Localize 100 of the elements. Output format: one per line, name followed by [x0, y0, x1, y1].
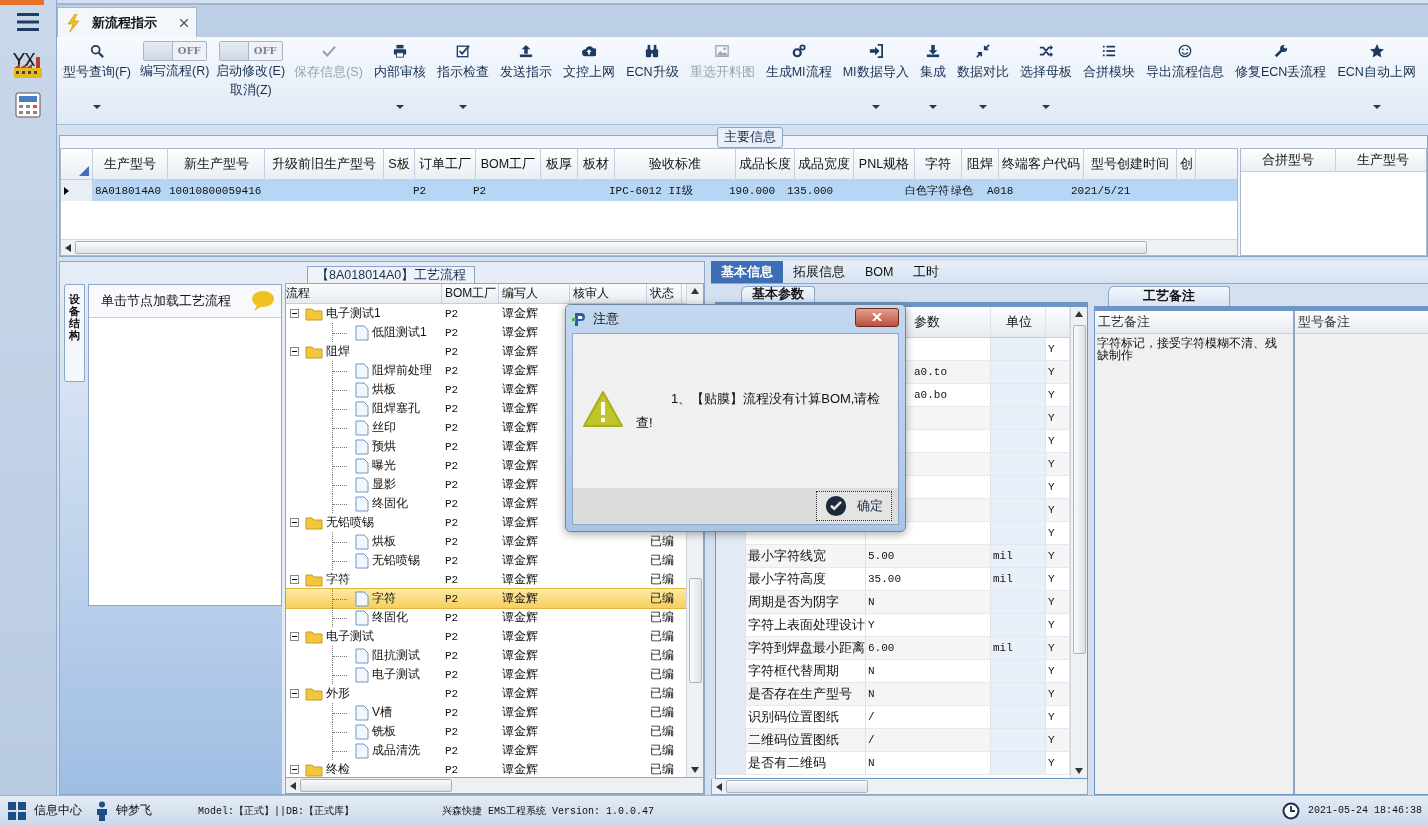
table-cell: 谭金辉 — [502, 647, 538, 664]
table-cell: 已编 — [650, 685, 674, 702]
table-cell: P2 — [445, 364, 459, 377]
table-cell: 已编 — [650, 628, 674, 645]
table-cell: 已编 — [650, 609, 674, 626]
table-cell: P2 — [445, 459, 459, 472]
table-cell: P2 — [445, 706, 459, 719]
table-cell: 135.000 — [787, 184, 834, 197]
table-cell: 谭金辉 — [502, 571, 538, 588]
table-cell: 谭金辉 — [502, 704, 538, 721]
table-cell: 二维码位置图纸 — [746, 729, 866, 751]
user-name: 钟梦飞 — [116, 802, 152, 819]
table-cell: 谭金辉 — [502, 742, 538, 759]
table-cell: 字符框代替周期 — [746, 660, 866, 682]
table-cell: 谭金辉 — [502, 495, 538, 512]
tree-node-label: 成品清洗 — [372, 742, 420, 759]
panel-title: 【8A018014A0】工艺流程 — [307, 266, 476, 283]
tree-node-label: 烘板 — [372, 381, 396, 398]
table-cell: 谭金辉 — [502, 723, 538, 740]
toggle-sublabel: 取消(Z) — [229, 82, 272, 99]
table-cell: P2 — [445, 421, 459, 434]
table-cell: 谭金辉 — [502, 381, 538, 398]
table-cell: P2 — [445, 326, 459, 339]
table-cell: 谭金辉 — [502, 324, 538, 341]
tree-node-label: 铣板 — [372, 723, 396, 740]
table-cell: A018 — [987, 184, 1014, 197]
table-cell: 谭金辉 — [502, 761, 538, 777]
tree-node-label: 电子测试 — [372, 666, 420, 683]
table-cell: 是否有二维码 — [746, 752, 866, 774]
tree-node-label: V槽 — [372, 704, 392, 721]
table-cell: P2 — [445, 383, 459, 396]
table-cell: P2 — [413, 184, 427, 197]
table-cell: 谭金辉 — [502, 343, 538, 360]
table-cell: P2 — [473, 184, 487, 197]
environment-text: Model:【正式】||DB:【正式库】 — [198, 804, 354, 818]
tree-node-label: 字符 — [372, 590, 396, 607]
table-cell: 谭金辉 — [502, 305, 538, 322]
table-cell: 10010800059416 — [169, 184, 262, 197]
toggle-label: 编写流程(R) — [140, 63, 210, 80]
toggle-label: 启动修改(E) — [216, 63, 286, 80]
tree-node-label: 终固化 — [372, 609, 408, 626]
table-cell: P2 — [445, 440, 459, 453]
panel-legend: 主要信息 — [717, 127, 783, 148]
tab-title: 新流程指示 — [92, 13, 158, 32]
table-cell: 已编 — [650, 666, 674, 683]
tree-node-label: 阻抗测试 — [372, 647, 420, 664]
tree-node-label: 字符 — [326, 571, 350, 588]
tree-node-label: 曝光 — [372, 457, 396, 474]
tree-node-label: 无铅喷锡 — [326, 514, 374, 531]
table-cell: 已编 — [650, 533, 674, 550]
table-cell: P2 — [445, 592, 459, 605]
tree-node-label: 终固化 — [372, 495, 408, 512]
table-cell: 最小字符线宽 — [746, 545, 866, 567]
table-cell: P2 — [445, 763, 459, 776]
tree-node-label: 无铅喷锡 — [372, 552, 420, 569]
table-cell: 已编 — [650, 742, 674, 759]
table-cell: P2 — [445, 478, 459, 491]
table-cell: 谭金辉 — [502, 400, 538, 417]
table-cell: P2 — [445, 725, 459, 738]
panel-header: 单击节点加载工艺流程 — [101, 292, 231, 310]
tree-node-label: 终检 — [326, 761, 350, 777]
table-cell: 谭金辉 — [502, 476, 538, 493]
table-cell: 已编 — [650, 723, 674, 740]
table-cell: 8A018014A0 — [95, 184, 161, 197]
table-cell: 已编 — [650, 647, 674, 664]
table-cell: 谭金辉 — [502, 590, 538, 607]
table-cell: 谭金辉 — [502, 552, 538, 569]
table-cell: 谭金辉 — [502, 533, 538, 550]
table-cell: P2 — [445, 687, 459, 700]
table-cell: 谭金辉 — [502, 457, 538, 474]
date-time-text: 2021-05-24 18:46:38 — [1307, 805, 1422, 816]
table-cell: P2 — [445, 345, 459, 358]
table-cell: P2 — [445, 611, 459, 624]
table-cell: P2 — [445, 554, 459, 567]
tree-node-label: 低阻测试1 — [372, 324, 427, 341]
table-cell: 谭金辉 — [502, 685, 538, 702]
tree-node-label: 外形 — [326, 685, 350, 702]
tree-node-label: 丝印 — [372, 419, 396, 436]
tree-node-label: 电子测试1 — [326, 305, 381, 322]
table-cell: 谭金辉 — [502, 666, 538, 683]
tree-node-label: 预烘 — [372, 438, 396, 455]
tree-node-label: 阻焊前处理 — [372, 362, 432, 379]
table-cell: 谭金辉 — [502, 438, 538, 455]
table-cell: 识别码位置图纸 — [746, 706, 866, 728]
table-cell: P2 — [445, 307, 459, 320]
table-cell: 已编 — [650, 590, 674, 607]
table-cell: P2 — [445, 649, 459, 662]
table-cell: P2 — [445, 573, 459, 586]
table-cell-text: 绿色 — [951, 184, 973, 198]
tree-node-label: 电子测试 — [326, 628, 374, 645]
table-cell: mil — [991, 568, 1046, 590]
table-cell: 谭金辉 — [502, 419, 538, 436]
tree-node-label: 显影 — [372, 476, 396, 493]
table-cell: 谭金辉 — [502, 609, 538, 626]
table-cell: P2 — [445, 497, 459, 510]
tree-node-label: 阻焊塞孔 — [372, 400, 420, 417]
table-cell: 谭金辉 — [502, 362, 538, 379]
table-cell: P2 — [445, 630, 459, 643]
table-cell-text: 白色字符 — [905, 184, 949, 198]
table-cell: 2021/5/21 — [1071, 184, 1131, 197]
